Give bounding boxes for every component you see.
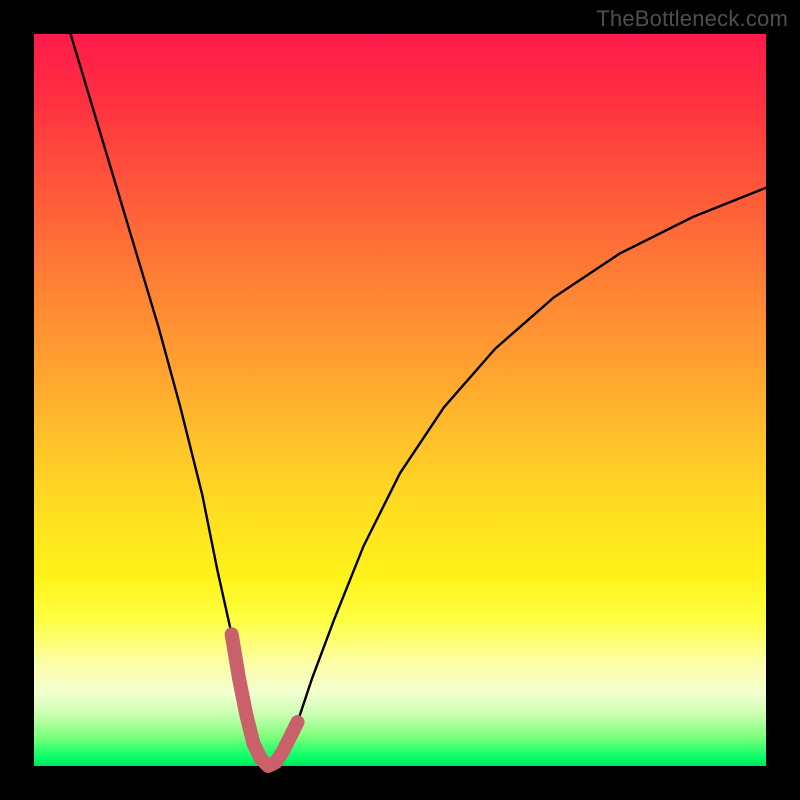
bottleneck-curve (71, 34, 766, 766)
chart-frame: TheBottleneck.com (0, 0, 800, 800)
bottleneck-curve-highlight (232, 634, 298, 766)
plot-area (34, 34, 766, 766)
watermark-text: TheBottleneck.com (596, 6, 788, 32)
curve-layer (34, 34, 766, 766)
